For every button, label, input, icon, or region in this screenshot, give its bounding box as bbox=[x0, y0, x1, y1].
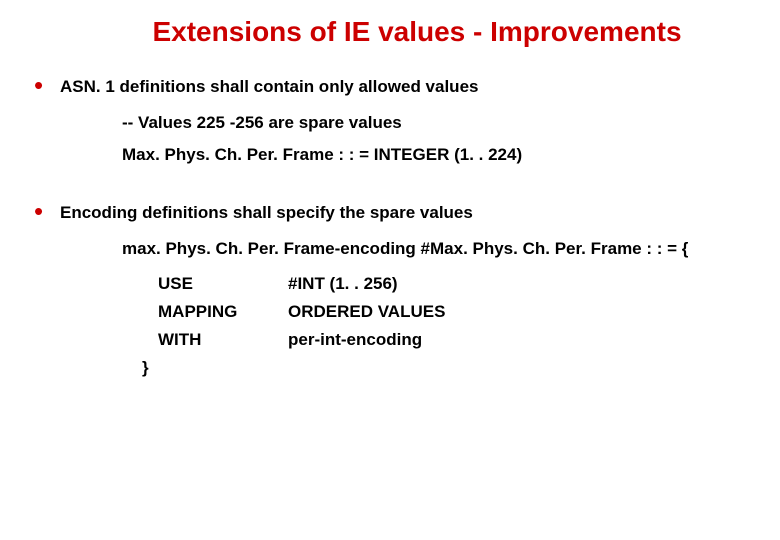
table-row: USE #INT (1. . 256) bbox=[158, 274, 750, 294]
table-value: ORDERED VALUES bbox=[288, 302, 445, 322]
bullet-icon: • bbox=[30, 76, 60, 94]
table-row: MAPPING ORDERED VALUES bbox=[158, 302, 750, 322]
table-value: #INT (1. . 256) bbox=[288, 274, 398, 294]
table-value: per-int-encoding bbox=[288, 330, 422, 350]
table-key: USE bbox=[158, 274, 288, 294]
bullet-sub-block: max. Phys. Ch. Per. Frame-encoding #Max.… bbox=[122, 238, 750, 260]
bullet-item: • Encoding definitions shall specify the… bbox=[30, 202, 750, 224]
encoding-table: USE #INT (1. . 256) MAPPING ORDERED VALU… bbox=[158, 274, 750, 350]
slide: Extensions of IE values - Improvements •… bbox=[0, 0, 780, 540]
bullet-text: Encoding definitions shall specify the s… bbox=[60, 202, 473, 224]
table-key: MAPPING bbox=[158, 302, 288, 322]
bullet-icon: • bbox=[30, 202, 60, 220]
table-key: WITH bbox=[158, 330, 288, 350]
code-line: max. Phys. Ch. Per. Frame-encoding #Max.… bbox=[122, 238, 750, 260]
slide-title: Extensions of IE values - Improvements bbox=[84, 16, 750, 48]
bullet-sub-block: -- Values 225 -256 are spare values Max.… bbox=[122, 112, 750, 166]
table-row: WITH per-int-encoding bbox=[158, 330, 750, 350]
bullet-text: ASN. 1 definitions shall contain only al… bbox=[60, 76, 478, 98]
code-line: } bbox=[142, 358, 750, 378]
code-line: -- Values 225 -256 are spare values bbox=[122, 112, 750, 134]
code-line: Max. Phys. Ch. Per. Frame : : = INTEGER … bbox=[122, 144, 750, 166]
bullet-item: • ASN. 1 definitions shall contain only … bbox=[30, 76, 750, 98]
